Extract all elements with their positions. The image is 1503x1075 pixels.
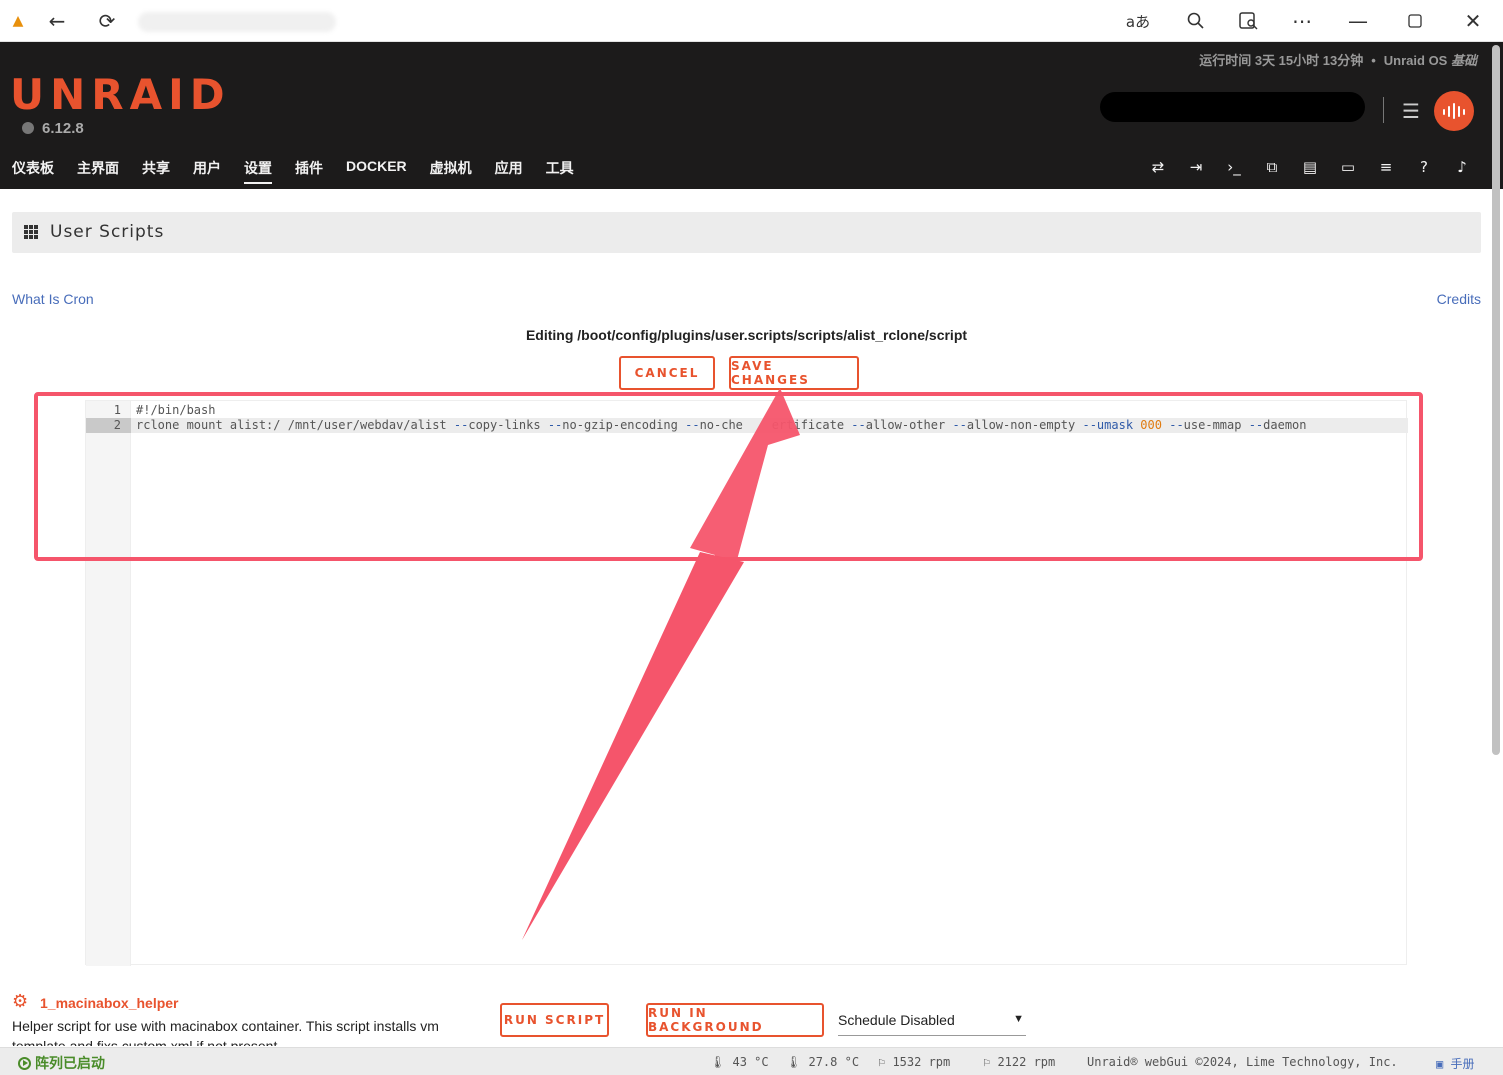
mb-temp-value: 27.8 °C <box>808 1055 860 1069</box>
schedule-value: Schedule Disabled <box>838 1012 955 1028</box>
fan1-speed: ⚐ 1532 rpm <box>878 1055 951 1069</box>
array-status: 阵列已启动 <box>18 1053 105 1073</box>
cpu-temp-value: 43 °C <box>732 1055 769 1069</box>
cpu-temp: 🌡 43 °C <box>710 1055 769 1069</box>
manual-link[interactable]: ▣ 手册 <box>1436 1055 1474 1072</box>
play-icon <box>18 1057 31 1070</box>
chevron-down-icon: ▼ <box>1013 1013 1024 1025</box>
script-name[interactable]: 1_macinabox_helper <box>40 995 179 1011</box>
fan2-value: 2122 rpm <box>997 1055 1056 1069</box>
run-in-background-button[interactable]: RUN IN BACKGROUND <box>646 1003 824 1037</box>
gear-icon[interactable]: ⚙ <box>12 991 28 1012</box>
array-status-text: 阵列已启动 <box>35 1055 105 1071</box>
status-footer: 阵列已启动 🌡 43 °C 🌡 27.8 °C ⚐ 1532 rpm ⚐ 212… <box>0 1047 1503 1075</box>
annotation-arrow <box>522 388 800 940</box>
script-description: Helper script for use with macinabox con… <box>12 1018 439 1046</box>
schedule-select[interactable]: Schedule Disabled ▼ <box>838 1010 1026 1036</box>
manual-text: 手册 <box>1450 1057 1475 1071</box>
fan2-speed: ⚐ 2122 rpm <box>983 1055 1056 1069</box>
run-script-button[interactable]: RUN SCRIPT <box>500 1003 609 1037</box>
page-scrollbar[interactable] <box>1492 45 1500 755</box>
copyright: Unraid® webGui ©2024, Lime Technology, I… <box>1087 1055 1398 1069</box>
mb-temp: 🌡 27.8 °C <box>786 1055 860 1069</box>
fan1-value: 1532 rpm <box>892 1055 951 1069</box>
